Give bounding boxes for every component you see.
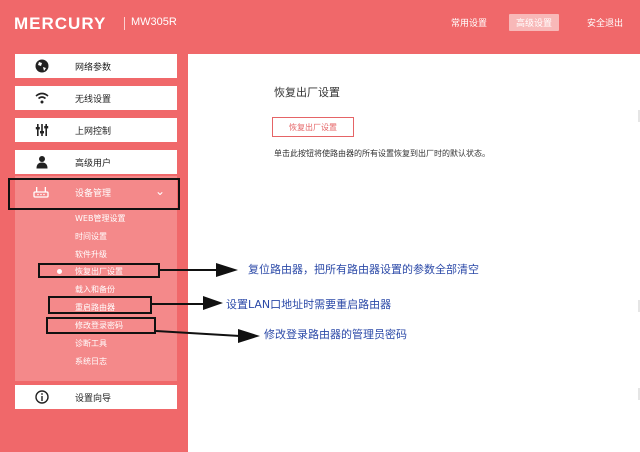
globe-icon — [35, 59, 49, 73]
sidebar-item-advanced-user[interactable]: 高级用户 — [15, 150, 177, 174]
page-title: 恢复出厂设置 — [274, 86, 340, 99]
submenu-web-management[interactable]: WEB管理设置 — [75, 213, 125, 224]
wifi-icon — [35, 92, 49, 104]
highlight-box-reboot — [48, 296, 152, 314]
submenu-diagnostics[interactable]: 诊断工具 — [75, 338, 107, 349]
sidebar-item-label: 无线设置 — [75, 95, 112, 105]
sidebar-item-label: 网络参数 — [75, 63, 112, 73]
user-icon — [36, 156, 48, 169]
brand-logo: MERCURY — [14, 14, 107, 33]
sidebar-item-label: 高级用户 — [75, 159, 112, 169]
sidebar-item-wireless[interactable]: 无线设置 — [15, 86, 177, 110]
submenu-firmware-upgrade[interactable]: 软件升级 — [75, 249, 107, 260]
nav-advanced-settings[interactable]: 高级设置 — [509, 14, 560, 31]
sidebar-item-setup-wizard[interactable]: 设置向导 — [15, 385, 177, 409]
model-name: MW305R — [131, 16, 177, 28]
logo-divider — [124, 17, 125, 30]
nav-common-settings[interactable]: 常用设置 — [451, 16, 487, 29]
submenu-time-settings[interactable]: 时间设置 — [75, 231, 107, 242]
annotation-reboot: 设置LAN口地址时需要重启路由器 — [226, 298, 392, 311]
factory-reset-button[interactable]: 恢复出厂设置 — [272, 117, 354, 137]
highlight-box-device-management — [8, 178, 180, 210]
content-panel: 恢复出厂设置 恢复出厂设置 单击此按钮将使路由器的所有设置恢复到出厂时的默认状态… — [188, 54, 640, 452]
highlight-box-change-password — [46, 317, 156, 334]
info-icon — [35, 390, 49, 404]
sidebar-item-access-control[interactable]: 上网控制 — [15, 118, 177, 142]
sidebar-item-network[interactable]: 网络参数 — [15, 54, 177, 78]
highlight-box-factory-reset — [38, 263, 160, 278]
reset-description: 单击此按钮将使路由器的所有设置恢复到出厂时的默认状态。 — [274, 149, 490, 158]
sidebar-item-label: 设置向导 — [75, 394, 112, 404]
annotation-factory-reset: 复位路由器，把所有路由器设置的参数全部清空 — [248, 263, 479, 276]
submenu-system-log[interactable]: 系统日志 — [75, 356, 107, 367]
submenu-load-backup[interactable]: 载入和备份 — [75, 284, 115, 295]
sidebar-item-label: 上网控制 — [75, 127, 112, 137]
nav-logout[interactable]: 安全退出 — [587, 16, 623, 29]
annotation-change-password: 修改登录路由器的管理员密码 — [264, 328, 407, 341]
sliders-icon — [35, 124, 49, 136]
